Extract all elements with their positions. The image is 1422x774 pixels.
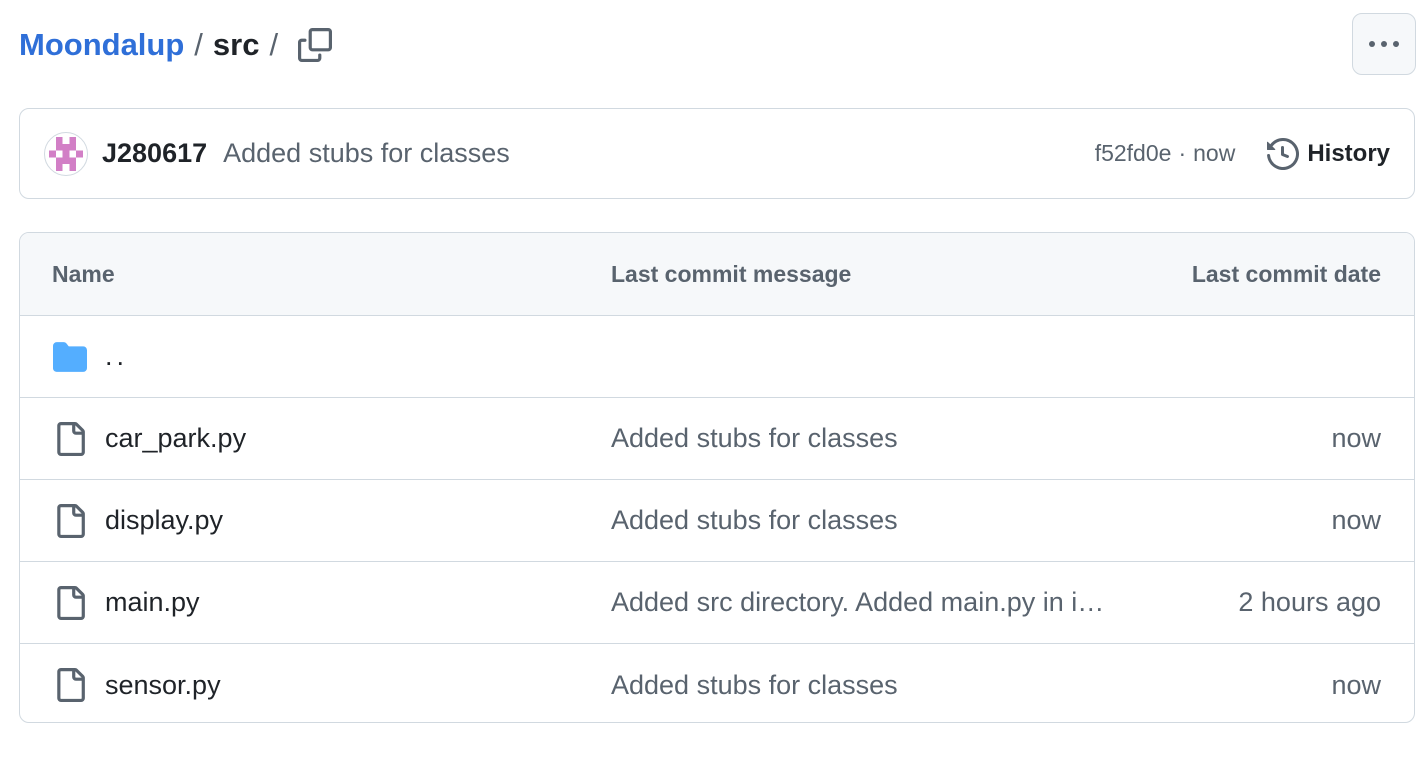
identicon-icon	[49, 136, 83, 171]
parent-directory-row[interactable]: ..	[20, 316, 1414, 398]
file-commit-message-link[interactable]: Added src directory. Added main.py in i…	[611, 587, 1139, 618]
file-icon	[57, 668, 85, 702]
file-icon	[57, 585, 85, 620]
latest-commit-bar: J280617 Added stubs for classes f52fd0e …	[19, 108, 1415, 199]
commit-author-link[interactable]: J280617	[102, 138, 207, 169]
file-name-link[interactable]: sensor.py	[105, 670, 221, 701]
file-commit-date: 2 hours ago	[1238, 587, 1381, 617]
more-options-button[interactable]	[1352, 13, 1416, 75]
header-name: Name	[52, 260, 115, 287]
file-icon	[57, 503, 85, 538]
breadcrumb-repo-link[interactable]: Moondalup	[19, 27, 184, 63]
copy-icon	[298, 28, 333, 62]
avatar[interactable]	[44, 131, 88, 176]
header-commit-date: Last commit date	[1191, 260, 1381, 287]
file-commit-date: now	[1331, 505, 1381, 535]
header-commit-message: Last commit message	[611, 260, 852, 287]
history-icon	[1267, 137, 1300, 170]
file-name-link[interactable]: display.py	[105, 505, 223, 536]
file-commit-message-link[interactable]: Added stubs for classes	[611, 505, 1139, 536]
copy-path-button[interactable]	[296, 26, 334, 64]
folder-icon	[53, 341, 87, 372]
table-row[interactable]: main.py Added src directory. Added main.…	[20, 562, 1414, 644]
table-header: Name Last commit message Last commit dat…	[20, 233, 1414, 316]
breadcrumb-current-directory: src	[212, 27, 260, 62]
table-row[interactable]: display.py Added stubs for classes now	[20, 480, 1414, 562]
file-commit-message-link[interactable]: Added stubs for classes	[611, 423, 1139, 454]
file-commit-date: now	[1331, 669, 1381, 700]
file-name-link[interactable]: main.py	[105, 587, 200, 618]
commit-meta: f52fd0e · now History	[1095, 137, 1390, 170]
commit-message-link[interactable]: Added stubs for classes	[223, 138, 510, 169]
breadcrumb-trailing-separator: /	[269, 27, 279, 62]
file-commit-message-link[interactable]: Added stubs for classes	[611, 670, 1139, 701]
commit-meta-separator: ·	[1178, 140, 1187, 166]
breadcrumb-separator: /	[194, 27, 203, 62]
commit-time: now	[1193, 140, 1236, 166]
file-commit-date: now	[1331, 423, 1381, 453]
parent-directory-link[interactable]: ..	[105, 341, 128, 372]
commit-sha-link[interactable]: f52fd0e	[1095, 140, 1172, 167]
file-name-link[interactable]: car_park.py	[105, 423, 246, 454]
history-label: History	[1307, 139, 1390, 167]
file-icon	[57, 421, 85, 456]
kebab-horizontal-icon	[1366, 41, 1402, 47]
breadcrumb: Moondalup / src /	[19, 22, 334, 68]
table-row[interactable]: car_park.py Added stubs for classes now	[20, 398, 1414, 480]
history-button[interactable]: History	[1267, 137, 1390, 170]
file-table: Name Last commit message Last commit dat…	[19, 232, 1415, 723]
table-row[interactable]: sensor.py Added stubs for classes now	[20, 644, 1414, 722]
